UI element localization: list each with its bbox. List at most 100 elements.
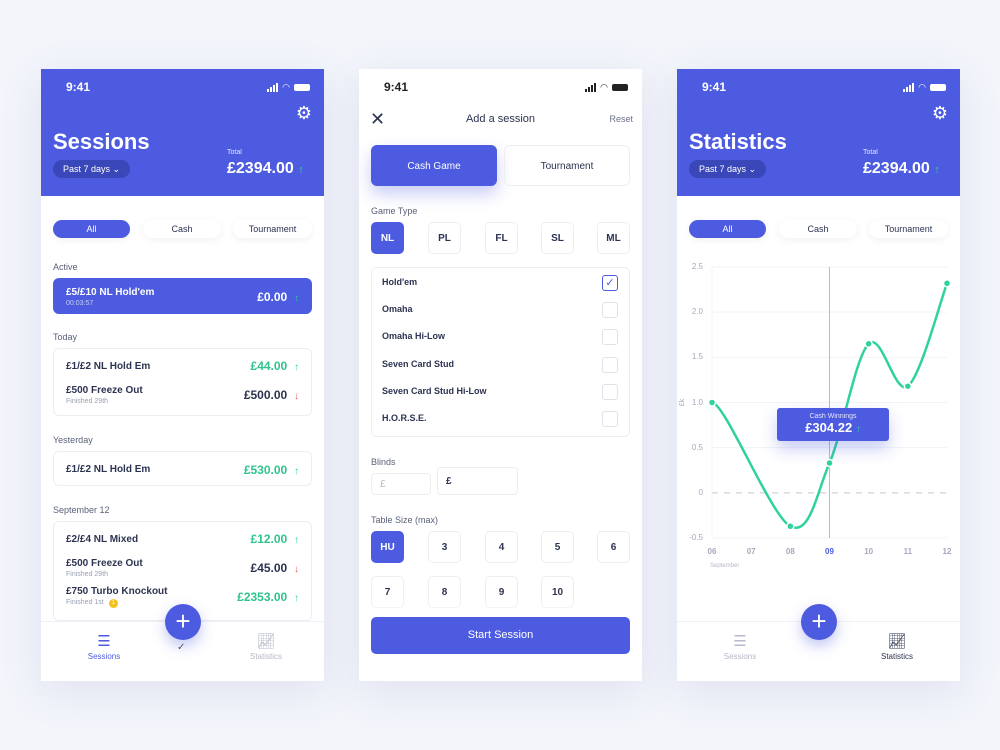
session-row[interactable]: £1/£2 NL Hold Em £44.00 ↑ — [66, 357, 299, 375]
session-info: £500 Freeze Out Finished 29th — [66, 385, 143, 405]
y-tick-label: 2.0 — [691, 307, 703, 317]
wifi-icon: ◠ — [282, 82, 290, 92]
data-point[interactable] — [864, 339, 873, 349]
session-name: £1/£2 NL Hold Em — [66, 464, 151, 475]
small-blind-input[interactable]: £ — [371, 473, 431, 495]
big-blind-input[interactable]: £ — [437, 467, 518, 495]
add-session-button[interactable]: + — [165, 604, 201, 640]
game-checkbox[interactable] — [602, 302, 618, 319]
data-point[interactable] — [825, 458, 834, 468]
filter-tournament[interactable]: Tournament — [233, 220, 312, 238]
game-type-label: Game Type — [371, 206, 418, 216]
session-group-card: £5/£10 NL Hold'em 00:03:57 £0.00 ↑ — [53, 278, 312, 314]
start-session-button[interactable]: Start Session — [371, 617, 630, 654]
table-size-chip-6[interactable]: 6 — [597, 531, 630, 563]
session-status: Finished 29th — [66, 398, 143, 405]
total-label: Total — [227, 149, 242, 156]
list-icon: ☰ — [97, 633, 111, 650]
y-tick-label: 0.5 — [691, 442, 703, 452]
session-value: £530.00 ↑ — [244, 463, 299, 477]
filter-all[interactable]: All — [53, 220, 130, 238]
limit-chip-ml[interactable]: ML — [597, 222, 630, 254]
session-name: £500 Freeze Out — [66, 385, 143, 396]
arrow-up-icon: ↑ — [291, 465, 299, 477]
status-icons: ◠ — [585, 82, 628, 93]
game-checkbox[interactable]: ✓ — [602, 275, 618, 291]
limit-chip-fl[interactable]: FL — [485, 222, 518, 254]
session-name: £1/£2 NL Hold Em — [66, 360, 151, 372]
tooltip-label: Cash Winnings — [809, 413, 857, 420]
session-info: £2/£4 NL Mixed — [66, 534, 138, 545]
mode-cash-game[interactable]: Cash Game — [371, 145, 497, 186]
session-group-card: £1/£2 NL Hold Em £44.00 ↑ £500 Freeze Out F… — [53, 348, 312, 416]
game-checkbox[interactable] — [602, 383, 618, 400]
nav-statistics-label: Statistics — [249, 652, 282, 661]
arrow-up-icon: ↑ — [291, 293, 299, 304]
table-size-chip-4[interactable]: 4 — [485, 531, 518, 563]
section-label: Active — [53, 262, 78, 272]
session-info: £750 Turbo Knockout Finished 1st 1 — [66, 586, 168, 608]
session-row[interactable]: £500 Freeze Out Finished 29th £45.00 ↓ — [66, 558, 299, 578]
tooltip-amount: £304.22 — [805, 420, 853, 435]
total-amount: £2394.00 — [227, 160, 294, 177]
filter-cash[interactable]: Cash — [143, 220, 221, 238]
session-status-text: Finished 1st — [66, 599, 104, 606]
game-checkbox[interactable] — [602, 411, 618, 427]
x-tick-label: 12 — [942, 547, 952, 556]
page-title: Add a session — [465, 113, 536, 125]
reset-button[interactable]: Reset — [609, 114, 633, 124]
game-option-label[interactable]: Omaha Hi-Low — [382, 331, 445, 341]
game-option-label[interactable]: Seven Card Stud — [382, 359, 454, 369]
y-tick-label: 2.5 — [691, 262, 703, 271]
signal-icon — [267, 83, 279, 92]
game-checkbox[interactable] — [602, 329, 618, 346]
session-info: £1/£2 NL Hold Em — [66, 361, 150, 372]
game-option-label[interactable]: Hold'em — [382, 277, 417, 287]
nav-sessions[interactable]: ☰ Sessions — [700, 632, 780, 661]
limit-chip-sl[interactable]: SL — [541, 222, 574, 254]
data-point[interactable] — [942, 279, 952, 288]
session-row[interactable]: £1/£2 NL Hold Em £530.00 ↑ — [66, 461, 299, 479]
status-icons: ◠ — [267, 82, 310, 93]
y-tick-label: -0.5 — [689, 533, 703, 542]
game-checkbox[interactable] — [602, 356, 618, 373]
add-session-button[interactable]: + — [801, 604, 837, 640]
status-time: 9:41 — [66, 80, 91, 94]
limit-chip-pl[interactable]: PL — [428, 222, 461, 254]
table-size-chip-hu[interactable]: HU — [371, 531, 404, 563]
table-size-chip-3[interactable]: 3 — [428, 531, 461, 563]
game-option-label[interactable]: Seven Card Stud Hi-Low — [382, 386, 487, 396]
nav-statistics[interactable]: 📈︎ Statistics — [857, 632, 937, 661]
session-row[interactable]: £500 Freeze Out Finished 29th £500.00 ↓ — [66, 385, 299, 405]
data-point[interactable] — [707, 398, 717, 407]
session-amount: £0.00 — [257, 290, 288, 304]
total-value: £2394.00 ↑ — [227, 160, 304, 178]
game-option-label[interactable]: H.O.R.S.E. — [382, 413, 427, 423]
data-point[interactable] — [786, 522, 795, 531]
session-name: £500 Freeze Out — [66, 558, 143, 569]
nav-statistics[interactable]: 📈︎ Statistics — [226, 632, 306, 661]
session-value: £44.00 ↑ — [251, 359, 299, 373]
session-row[interactable]: £5/£10 NL Hold'em 00:03:57 £0.00 ↑ — [66, 287, 299, 307]
session-value: £45.00 ↓ — [251, 561, 299, 575]
mode-tournament[interactable]: Tournament — [504, 145, 630, 186]
status-time: 9:41 — [384, 80, 409, 94]
section-label: Today — [53, 332, 78, 342]
session-row[interactable]: £2/£4 NL Mixed £12.00 ↑ — [66, 530, 299, 548]
list-icon: ☰ — [733, 633, 747, 650]
chart-tooltip: Cash Winnings £304.22 ↑ — [777, 408, 889, 441]
page-title: Sessions — [53, 129, 150, 154]
blinds-label: Blinds — [371, 457, 396, 467]
data-point[interactable] — [903, 381, 913, 391]
arrow-up-icon: ↑ — [855, 424, 861, 435]
y-axis-label: £k — [679, 398, 687, 407]
range-dropdown[interactable]: Past 7 days ⌄ — [53, 160, 131, 178]
x-tick-label: 07 — [746, 547, 756, 556]
game-option-label[interactable]: Omaha — [382, 304, 413, 314]
nav-statistics-label: Statistics — [880, 652, 913, 661]
gear-icon[interactable]: ⚙ — [296, 103, 312, 124]
limit-chip-nl[interactable]: NL — [371, 222, 404, 254]
x-tick-label: 08 — [785, 547, 795, 556]
nav-sessions[interactable]: ☰ Sessions — [64, 632, 144, 661]
table-size-chip-5[interactable]: 5 — [541, 531, 574, 563]
